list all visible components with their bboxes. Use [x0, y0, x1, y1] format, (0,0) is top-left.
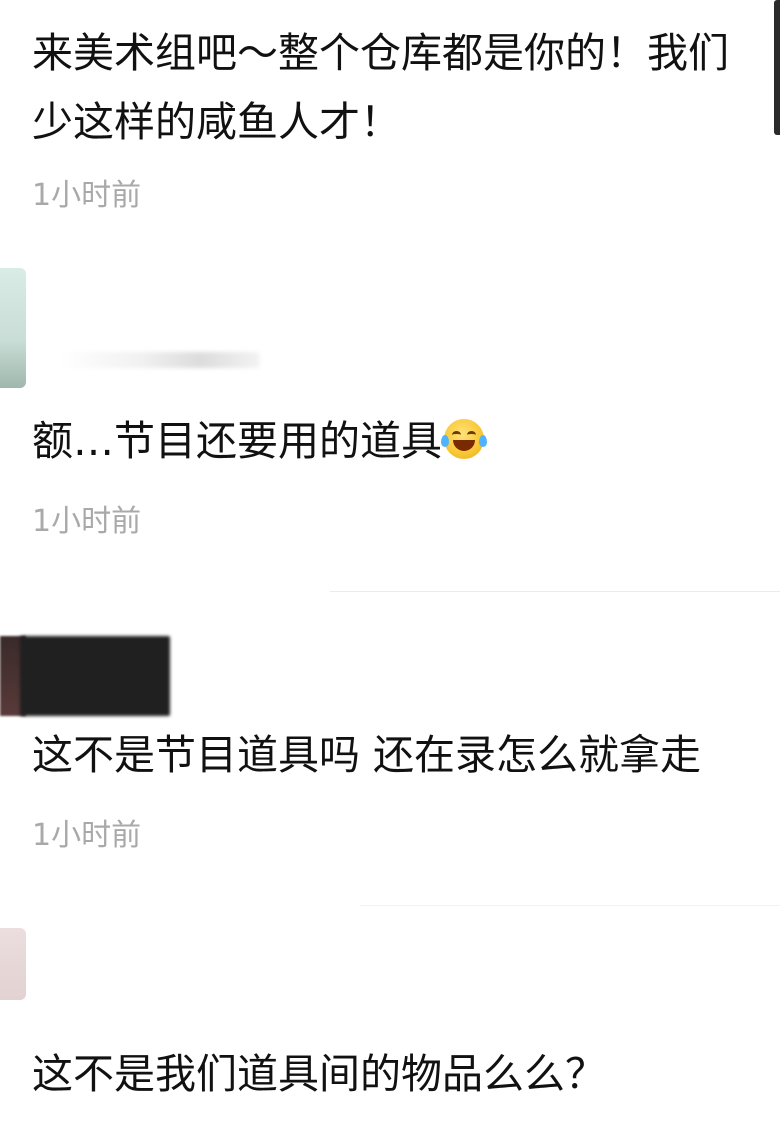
comment-timestamp: 1小时前: [32, 178, 142, 213]
comment-text-line: 少这样的咸鱼人才！: [32, 98, 401, 146]
right-edge-strip: [774, 0, 780, 135]
comment-timestamp: 1小时前: [32, 818, 142, 853]
comment-text: 这不是我们道具间的物品么么？: [32, 1050, 606, 1098]
comment-text: 这不是节目道具吗 还在录怎么就拿走: [32, 731, 702, 779]
username-blurred[interactable]: [60, 352, 260, 368]
comment-timestamp: 1小时前: [32, 504, 142, 539]
laughing-with-tears-emoji-icon: [441, 419, 487, 459]
username-blurred[interactable]: [20, 636, 170, 716]
comment-text-line: 来美术组吧～整个仓库都是你的！我们: [32, 29, 729, 77]
comment-text: 额…节目还要用的道具: [32, 408, 487, 474]
avatar[interactable]: [0, 268, 26, 388]
comment-divider: [330, 591, 780, 592]
comment-divider: [360, 905, 780, 906]
comment-text-content: 额…节目还要用的道具: [32, 417, 442, 465]
avatar[interactable]: [0, 928, 26, 1000]
